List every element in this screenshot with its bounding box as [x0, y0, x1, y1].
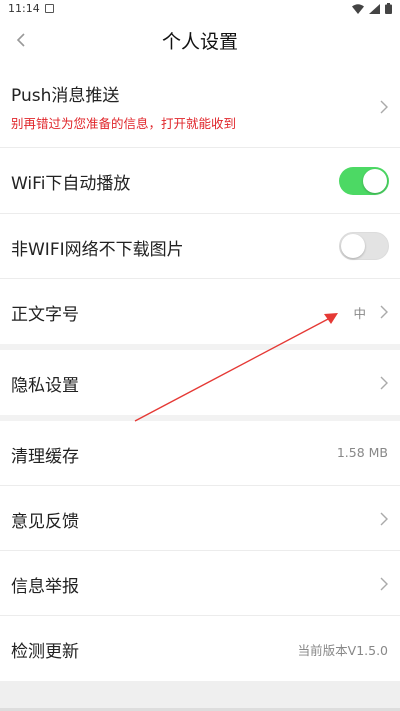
- font-size-row[interactable]: 正文字号 中: [0, 279, 400, 344]
- status-time: 11:14: [8, 2, 40, 15]
- push-subtitle: 别再错过为您准备的信息，打开就能收到: [11, 116, 237, 131]
- privacy-label: 隐私设置: [11, 376, 79, 396]
- feedback-label: 意见反馈: [11, 512, 79, 532]
- wifi-autoplay-row: WiFi下自动播放: [0, 148, 400, 214]
- wifi-autoplay-toggle[interactable]: [339, 167, 389, 195]
- privacy-row[interactable]: 隐私设置: [0, 350, 400, 415]
- status-icons: [352, 3, 392, 14]
- chevron-right-icon: [380, 305, 388, 319]
- check-update-label: 检测更新: [11, 642, 79, 662]
- non-wifi-images-row: 非WIFI网络不下载图片: [0, 214, 400, 279]
- non-wifi-images-label: 非WIFI网络不下载图片: [11, 240, 184, 260]
- report-row[interactable]: 信息举报: [0, 551, 400, 616]
- feedback-row[interactable]: 意见反馈: [0, 486, 400, 551]
- non-wifi-images-toggle[interactable]: [339, 232, 389, 260]
- font-size-value: 中: [353, 306, 366, 321]
- wifi-autoplay-label: WiFi下自动播放: [11, 174, 131, 194]
- page-title: 个人设置: [161, 31, 238, 53]
- battery-icon: [385, 3, 392, 14]
- chevron-right-icon: [380, 100, 388, 114]
- signal-icon: [369, 3, 380, 14]
- push-label: Push消息推送: [11, 86, 120, 106]
- toggle-knob: [363, 169, 387, 193]
- notification-icon: [45, 4, 54, 13]
- cache-size-value: 1.58 MB: [336, 445, 388, 460]
- clear-cache-row[interactable]: 清理缓存 1.58 MB: [0, 421, 400, 486]
- wifi-icon: [352, 3, 364, 14]
- chevron-right-icon: [380, 376, 388, 390]
- report-label: 信息举报: [11, 577, 79, 597]
- clear-cache-label: 清理缓存: [11, 447, 79, 467]
- nav-bar: 个人设置: [0, 18, 400, 62]
- font-size-label: 正文字号: [11, 305, 79, 325]
- check-update-row[interactable]: 检测更新 当前版本V1.5.0: [0, 616, 400, 681]
- chevron-right-icon: [380, 512, 388, 526]
- version-value: 当前版本V1.5.0: [297, 643, 388, 658]
- toggle-knob: [341, 234, 365, 258]
- status-bar: 11:14: [0, 0, 400, 18]
- push-notification-row[interactable]: Push消息推送 别再错过为您准备的信息，打开就能收到: [0, 62, 400, 148]
- bottom-area: [0, 681, 400, 711]
- chevron-right-icon: [380, 577, 388, 591]
